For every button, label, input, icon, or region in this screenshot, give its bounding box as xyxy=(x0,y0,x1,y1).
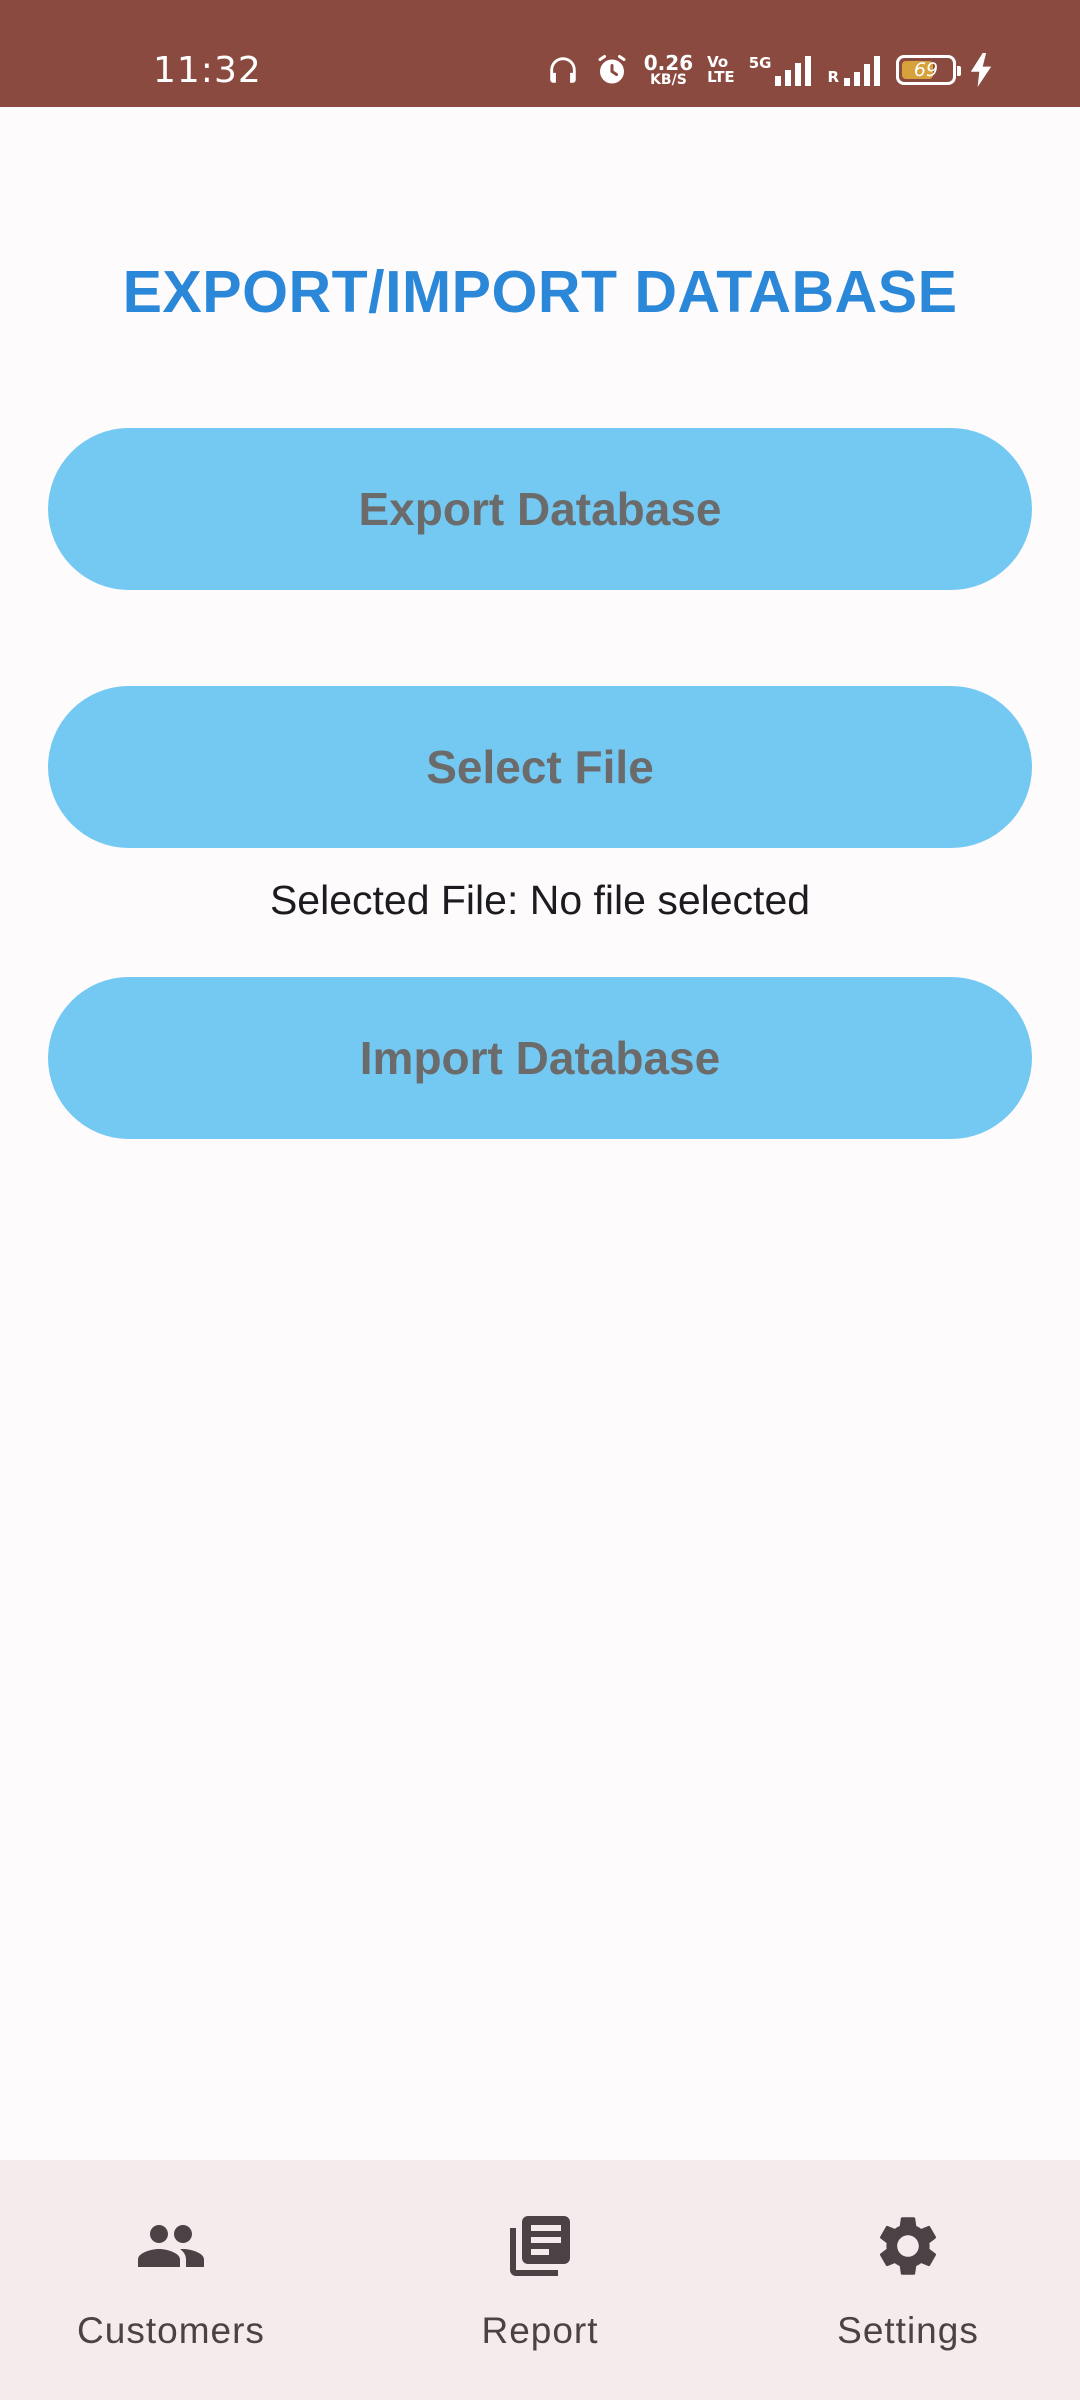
alarm-icon xyxy=(594,52,630,88)
volte-bottom: LTE xyxy=(707,68,735,86)
status-icons: 0.26 KB/S Vo LTE 5G R 69 xyxy=(546,50,992,90)
nav-item-customers[interactable]: Customers xyxy=(41,2210,301,2370)
nav-label-customers: Customers xyxy=(77,2310,265,2351)
people-icon xyxy=(135,2210,207,2282)
net-speed-value: 0.26 xyxy=(643,51,694,75)
charging-icon xyxy=(970,53,992,87)
volte-indicator: Vo LTE xyxy=(707,55,735,85)
status-bar: 11:32 0.26 KB/S Vo LTE 5G R 69 xyxy=(0,0,1080,107)
nav-label-report: Report xyxy=(481,2310,599,2351)
nav-item-report[interactable]: Report xyxy=(410,2210,670,2370)
roaming-indicator: R xyxy=(827,68,839,86)
net-speed-unit: KB/S xyxy=(650,72,687,88)
import-database-button[interactable]: Import Database xyxy=(48,977,1032,1139)
report-stack-icon xyxy=(504,2210,576,2282)
page-title: EXPORT/IMPORT DATABASE xyxy=(122,259,958,325)
nav-item-settings[interactable]: Settings xyxy=(778,2210,1038,2370)
signal-5g-icon: 5G xyxy=(749,54,814,86)
selected-file-status: Selected File: No file selected xyxy=(269,877,811,923)
headphones-icon xyxy=(546,53,580,87)
signal-roaming-icon: R xyxy=(827,54,882,86)
gear-icon xyxy=(872,2210,944,2282)
net-speed: 0.26 KB/S xyxy=(644,53,693,87)
nav-label-settings: Settings xyxy=(837,2310,979,2351)
battery-level: 69 xyxy=(913,59,939,81)
export-database-button[interactable]: Export Database xyxy=(48,428,1032,590)
battery-icon: 69 xyxy=(896,55,961,85)
select-file-button[interactable]: Select File xyxy=(48,686,1032,848)
network-type: 5G xyxy=(748,54,772,72)
status-time: 11:32 xyxy=(153,50,262,91)
bottom-navigation: Customers Report Settings xyxy=(0,2160,1080,2400)
